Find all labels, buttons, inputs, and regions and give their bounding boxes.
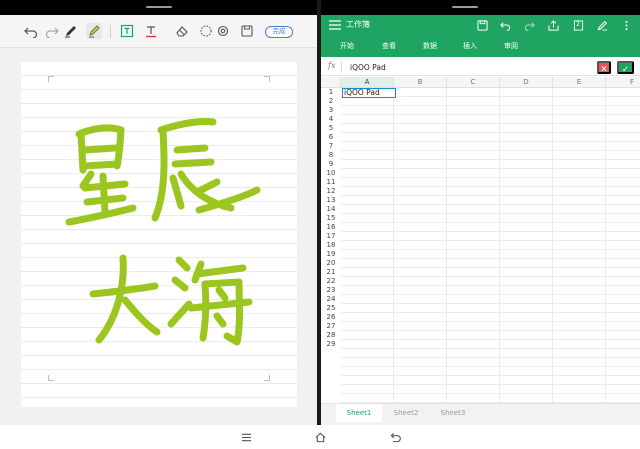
note-canvas[interactable] bbox=[21, 62, 297, 407]
recent-apps-menu-icon[interactable] bbox=[239, 430, 253, 444]
column-header-A[interactable]: A bbox=[341, 77, 394, 88]
row-header-9[interactable]: 9 bbox=[321, 160, 341, 169]
row-header-4[interactable]: 4 bbox=[321, 115, 341, 124]
row-header-22[interactable]: 22 bbox=[321, 277, 341, 286]
save-icon[interactable] bbox=[475, 18, 489, 32]
fx-label: fx bbox=[328, 61, 336, 70]
column-header-F[interactable]: F bbox=[606, 77, 640, 88]
eraser-icon[interactable] bbox=[174, 23, 190, 39]
undo-icon[interactable] bbox=[23, 23, 39, 39]
sheet-tab-3[interactable]: Sheet3 bbox=[430, 404, 476, 422]
column-header-B[interactable]: B bbox=[394, 77, 447, 88]
row-header-1[interactable]: 1 bbox=[321, 88, 341, 97]
column-header-E[interactable]: E bbox=[553, 77, 606, 88]
text-style-icon[interactable] bbox=[143, 23, 159, 39]
row-header-10[interactable]: 10 bbox=[321, 169, 341, 178]
sheet-tab-2[interactable]: Sheet2 bbox=[383, 404, 429, 422]
spreadsheet-grid[interactable]: ABCDEF 1 2 3 4 5 6 7 8 9 10 11 12 13 14 15 16 17 18 19 20 21… bbox=[321, 77, 640, 425]
cancel-edit-button[interactable]: ✕ bbox=[597, 61, 611, 74]
done-button[interactable]: 完成 bbox=[265, 26, 293, 38]
spreadsheet-app-window: 工作簿 2 开始 查看 数据 插入 审阅 fx iQOO Pad ✕ ✓ A B… bbox=[321, 15, 640, 425]
notes-toolbar: 完成 bbox=[0, 15, 317, 48]
pages-icon[interactable]: 2 bbox=[571, 18, 585, 32]
row-header-19[interactable]: 19 bbox=[321, 250, 341, 259]
row-header-26[interactable]: 26 bbox=[321, 313, 341, 322]
redo-icon[interactable] bbox=[522, 18, 536, 32]
formula-bar: fx iQOO Pad ✕ ✓ bbox=[321, 59, 640, 76]
system-navigation-bar bbox=[0, 425, 640, 449]
row-header-29[interactable]: 29 bbox=[321, 340, 341, 349]
formula-separator bbox=[341, 62, 342, 73]
column-header-D[interactable]: D bbox=[500, 77, 553, 88]
settings-icon[interactable] bbox=[215, 23, 231, 39]
row-header-28[interactable]: 28 bbox=[321, 331, 341, 340]
formula-input[interactable]: iQOO Pad bbox=[350, 62, 386, 73]
row-header-5[interactable]: 5 bbox=[321, 124, 341, 133]
home-icon[interactable] bbox=[313, 430, 327, 444]
row-header-18[interactable]: 18 bbox=[321, 241, 341, 250]
ribbon-tab-home[interactable]: 开始 bbox=[340, 41, 354, 51]
ribbon-tab-insert[interactable]: 插入 bbox=[463, 41, 477, 51]
notes-app-window: 完成 bbox=[0, 15, 317, 425]
sheet-tab-bar: Sheet1 Sheet2 Sheet3 bbox=[321, 403, 640, 425]
row-header-27[interactable]: 27 bbox=[321, 322, 341, 331]
ribbon-tab-data[interactable]: 数据 bbox=[423, 41, 437, 51]
undo-icon[interactable] bbox=[498, 18, 512, 32]
lasso-icon[interactable] bbox=[198, 23, 214, 39]
more-icon[interactable] bbox=[619, 18, 633, 32]
row-header-3[interactable]: 3 bbox=[321, 106, 341, 115]
select-all-corner[interactable] bbox=[321, 77, 341, 88]
ribbon-tab-view[interactable]: 查看 bbox=[382, 41, 396, 51]
row-header-21[interactable]: 21 bbox=[321, 268, 341, 277]
ribbon-tab-review[interactable]: 审阅 bbox=[504, 41, 518, 51]
pen-icon[interactable] bbox=[63, 23, 79, 39]
back-icon[interactable] bbox=[388, 430, 402, 444]
text-box-icon[interactable] bbox=[119, 23, 135, 39]
pen-icon[interactable] bbox=[595, 18, 609, 32]
cell-A1-editing[interactable]: iQOO Pad bbox=[342, 88, 396, 98]
confirm-edit-button[interactable]: ✓ bbox=[617, 61, 634, 74]
row-header-7[interactable]: 7 bbox=[321, 142, 341, 151]
page-count: 2 bbox=[576, 21, 580, 28]
handwritten-ink-drawing bbox=[65, 118, 261, 346]
row-header-12[interactable]: 12 bbox=[321, 187, 341, 196]
row-header-25[interactable]: 25 bbox=[321, 304, 341, 313]
left-window-handle[interactable] bbox=[146, 6, 172, 8]
row-header-2[interactable]: 2 bbox=[321, 97, 341, 106]
highlighter-icon[interactable] bbox=[86, 23, 102, 39]
save-icon[interactable] bbox=[239, 23, 255, 39]
right-window-handle[interactable] bbox=[452, 6, 478, 8]
row-header-13[interactable]: 13 bbox=[321, 196, 341, 205]
row-header-8[interactable]: 8 bbox=[321, 151, 341, 160]
hamburger-menu-icon[interactable] bbox=[329, 20, 341, 30]
row-header-16[interactable]: 16 bbox=[321, 223, 341, 232]
toolbar-separator bbox=[110, 25, 111, 38]
row-header-14[interactable]: 14 bbox=[321, 205, 341, 214]
row-header-24[interactable]: 24 bbox=[321, 295, 341, 304]
row-header-20[interactable]: 20 bbox=[321, 259, 341, 268]
row-header-15[interactable]: 15 bbox=[321, 214, 341, 223]
row-header-23[interactable]: 23 bbox=[321, 286, 341, 295]
spreadsheet-header: 工作簿 2 开始 查看 数据 插入 审阅 bbox=[321, 15, 640, 57]
row-header-11[interactable]: 11 bbox=[321, 178, 341, 187]
share-icon[interactable] bbox=[546, 18, 560, 32]
document-title: 工作簿 bbox=[346, 20, 370, 29]
row-header-17[interactable]: 17 bbox=[321, 232, 341, 241]
column-header-C[interactable]: C bbox=[447, 77, 500, 88]
sheet-tab-1[interactable]: Sheet1 bbox=[336, 404, 382, 422]
redo-icon[interactable] bbox=[44, 23, 60, 39]
cell-grid[interactable] bbox=[341, 88, 640, 403]
row-header-6[interactable]: 6 bbox=[321, 133, 341, 142]
